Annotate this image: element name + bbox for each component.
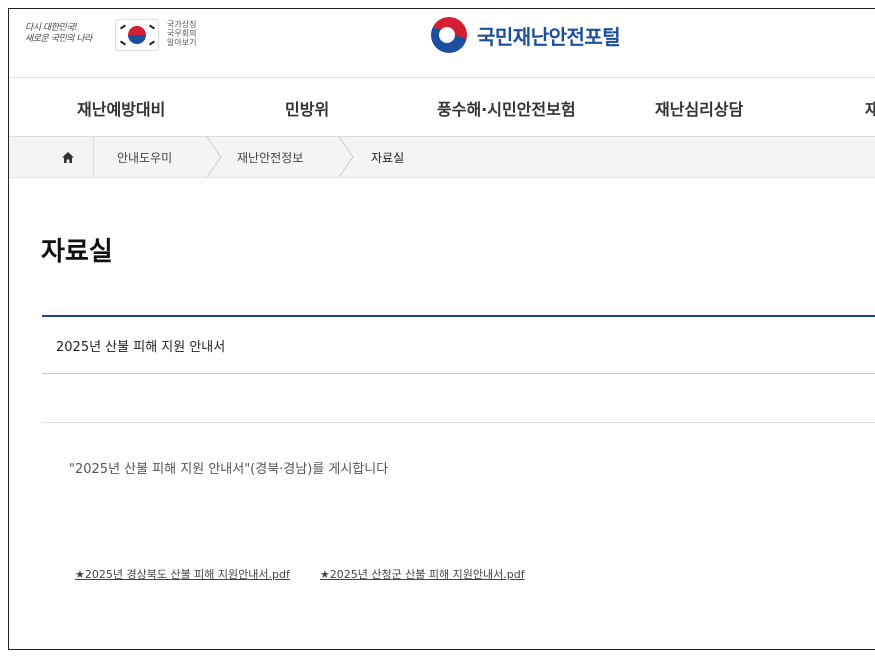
breadcrumb: 안내도우미 재난안전정보 자료실 bbox=[9, 137, 875, 178]
nav-item-psych-counseling[interactable]: 재난심리상담 bbox=[655, 96, 743, 120]
nav-item-disaster-prevention[interactable]: 재난예방대비 bbox=[77, 96, 165, 120]
nav-item-truncated[interactable]: 재 bbox=[865, 96, 875, 120]
breadcrumb-item-guide[interactable]: 안내도우미 bbox=[117, 149, 172, 166]
browser-viewport: 다시 대한민국! 새로운 국민의 나라 국가상징 국무회의 알아보기 국민재난안… bbox=[8, 8, 875, 650]
post-body-text: "2025년 산불 피해 지원 안내서"(경북·경남)를 게시합니다 bbox=[69, 462, 389, 477]
slogan-line-2: 새로운 국민의 나라 bbox=[25, 34, 92, 44]
nav-item-storm-insurance[interactable]: 풍수해·시민안전보험 bbox=[437, 96, 576, 120]
mini-title-line-1: 국가상징 bbox=[167, 20, 197, 29]
home-icon[interactable] bbox=[43, 137, 94, 177]
site-logo[interactable]: 국민재난안전포털 bbox=[431, 17, 621, 53]
mini-title-line-2: 국무회의 bbox=[167, 29, 197, 38]
chevron-right-icon bbox=[206, 137, 222, 177]
site-name: 국민재난안전포털 bbox=[477, 24, 621, 49]
post-title: 2025년 산불 피해 지원 안내서 bbox=[56, 339, 226, 355]
breadcrumb-item-safety-info[interactable]: 재난안전정보 bbox=[237, 149, 303, 166]
national-symbol-link[interactable]: 국가상징 국무회의 알아보기 bbox=[167, 20, 196, 47]
government-emblem-icon bbox=[431, 17, 467, 53]
breadcrumb-item-archive[interactable]: 자료실 bbox=[371, 149, 404, 166]
attachment-link-sancheong[interactable]: ★2025년 산청군 산불 피해 지원안내서.pdf bbox=[320, 566, 525, 582]
nav-item-civil-defense[interactable]: 민방위 bbox=[285, 96, 329, 120]
taegukgi-icon[interactable] bbox=[115, 19, 159, 51]
slogan-line-1: 다시 대한민국! bbox=[25, 23, 78, 33]
site-header: 다시 대한민국! 새로운 국민의 나라 국가상징 국무회의 알아보기 국민재난안… bbox=[9, 9, 875, 78]
post-title-row: 2025년 산불 피해 지원 안내서 bbox=[42, 317, 875, 374]
post-view: 2025년 산불 피해 지원 안내서 bbox=[42, 315, 875, 423]
attachment-list: ★2025년 경상북도 산불 피해 지원안내서.pdf ★2025년 산청군 산… bbox=[75, 566, 525, 582]
page-title: 자료실 bbox=[41, 237, 113, 267]
post-meta-row bbox=[42, 374, 875, 423]
slogan-logo[interactable]: 다시 대한민국! 새로운 국민의 나라 bbox=[25, 23, 117, 51]
chevron-right-icon bbox=[338, 137, 354, 177]
mini-title-line-3: 알아보기 bbox=[167, 38, 197, 47]
attachment-link-gyeongbuk[interactable]: ★2025년 경상북도 산불 피해 지원안내서.pdf bbox=[75, 566, 290, 582]
main-navigation: 재난예방대비 민방위 풍수해·시민안전보험 재난심리상담 재 bbox=[9, 78, 875, 137]
